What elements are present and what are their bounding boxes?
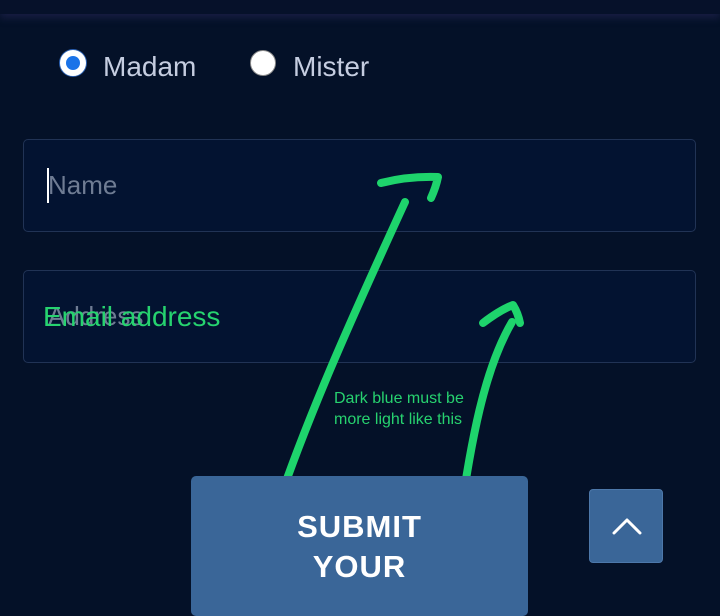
- name-input[interactable]: [48, 140, 648, 231]
- submit-label-line1: SUBMIT: [297, 509, 422, 544]
- top-bar: [0, 0, 720, 14]
- radio-mister-button[interactable]: [250, 50, 276, 76]
- submit-label-line2: YOUR: [312, 549, 407, 584]
- radio-mister-label: Mister: [293, 51, 370, 82]
- chevron-up-icon: [612, 518, 642, 535]
- email-address-overlay: Email address: [43, 301, 221, 332]
- radio-madam-button[interactable]: [60, 50, 86, 76]
- text-caret: [47, 168, 49, 203]
- scroll-to-top-button[interactable]: [589, 489, 663, 563]
- radio-madam-label: Madam: [103, 51, 197, 82]
- name-field[interactable]: [23, 139, 696, 232]
- annotation-note: Dark blue must be more light like this: [334, 390, 464, 428]
- submit-button[interactable]: SUBMIT YOUR: [191, 476, 528, 616]
